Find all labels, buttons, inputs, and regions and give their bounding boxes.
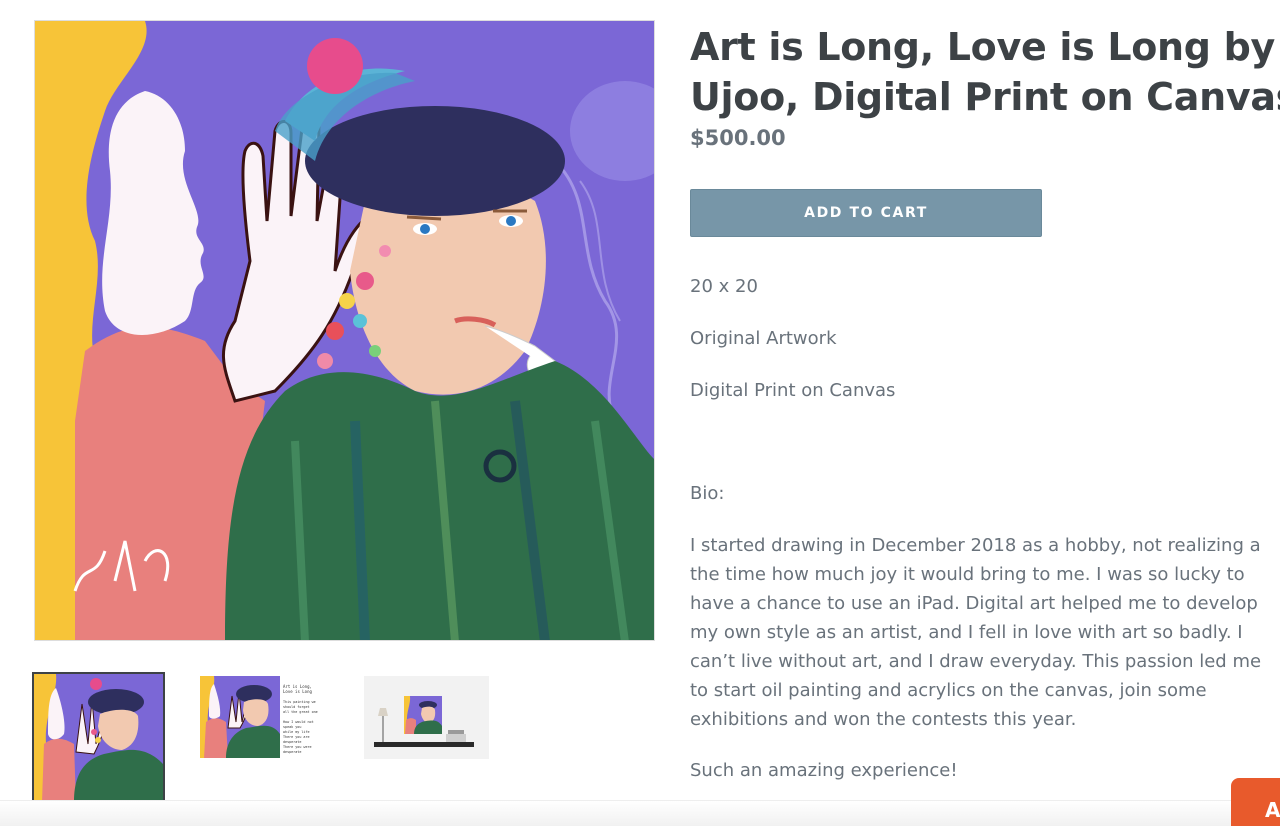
floating-action-button[interactable]: A [1231, 778, 1280, 826]
product-title-line-1: Art is Long, Love is Long by [690, 25, 1275, 69]
bio-heading: Bio: [690, 483, 725, 504]
thumbnail-room-mockup-image [364, 676, 489, 759]
thumbnail-text-heading: Art is Long, Love is Long [283, 684, 312, 694]
product-main-image[interactable] [34, 20, 655, 641]
bio-line: exhibitions and won the contests this ye… [690, 709, 1077, 730]
description-medium: Digital Print on Canvas [690, 380, 896, 401]
description-type: Original Artwork [690, 328, 837, 349]
bio-line: I started drawing in December 2018 as a … [690, 535, 1261, 556]
painting-artwork [35, 21, 654, 640]
thumbnail-text-line: There you were desperate [283, 745, 312, 754]
thumbnail-strip: Art is Long, Love is Long This painting … [32, 672, 494, 804]
product-title-line-2: Ujoo, Digital Print on Canvas [690, 75, 1280, 119]
thumbnail-painting-with-text[interactable]: Art is Long, Love is Long This painting … [200, 676, 324, 758]
bio-line: the time how much joy it would bring to … [690, 564, 1245, 585]
thumbnail-text-block: Art is Long, Love is Long This painting … [283, 684, 323, 755]
bio-line: have a chance to use an iPad. Digital ar… [690, 593, 1258, 614]
thumbnail-painting[interactable] [32, 672, 165, 804]
bio-line: can’t live without art, and I draw every… [690, 651, 1262, 672]
bio-text: I started drawing in December 2018 as a … [690, 531, 1261, 734]
description-size: 20 x 20 [690, 276, 758, 297]
product-title: Art is Long, Love is Long by Ujoo, Digit… [690, 22, 1280, 122]
bottom-bar [0, 800, 1280, 826]
bio-line: to start oil painting and acrylics on th… [690, 680, 1207, 701]
product-price: $500.00 [690, 126, 786, 150]
thumbnail-text-line: How I would not speak you [283, 720, 314, 729]
bio-line: my own style as an artist, and I fell in… [690, 622, 1243, 643]
add-to-cart-button[interactable]: Add to cart [690, 189, 1042, 237]
thumbnail-text-line: This painting we should forget [283, 700, 316, 709]
thumbnail-room-mockup[interactable] [364, 676, 489, 759]
product-info: Art is Long, Love is Long by Ujoo, Digit… [690, 22, 1280, 781]
description-closing: Such an amazing experience! [690, 760, 958, 781]
thumbnail-text-line: all the great one [283, 710, 318, 714]
thumbnail-painting-image [34, 674, 163, 802]
thumbnail-text-line: There you are desperate [283, 735, 310, 744]
